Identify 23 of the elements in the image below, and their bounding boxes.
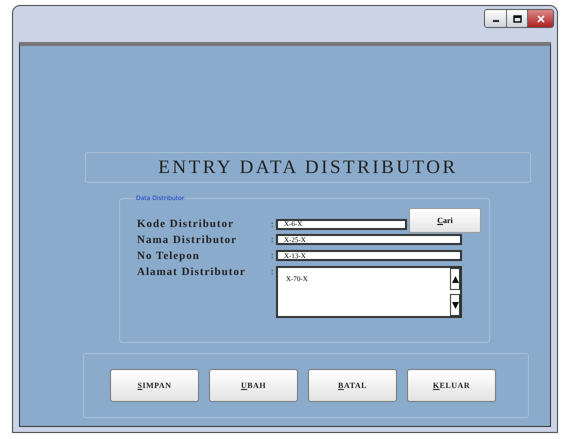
maximize-icon: [512, 14, 522, 22]
colon-mark: :: [271, 266, 275, 276]
close-button[interactable]: [527, 10, 553, 27]
close-icon: [536, 14, 544, 22]
minimize-button[interactable]: [485, 10, 506, 27]
form-title: ENTRY DATA DISTRIBUTOR: [158, 156, 458, 178]
action-button[interactable]: BATAL: [308, 369, 397, 402]
action-button[interactable]: KELUAR: [407, 369, 496, 402]
search-button[interactable]: Cari: [409, 208, 481, 232]
action-button[interactable]: UBAH: [209, 369, 298, 402]
action-button[interactable]: SIMPAN: [110, 369, 199, 402]
field-label: Nama Distributor: [137, 234, 238, 246]
field-label: No Telepon: [137, 250, 201, 262]
field-label: Kode Distributor: [137, 218, 235, 230]
field-label: Alamat Distributor: [137, 266, 247, 278]
scroll-down-button[interactable]: [450, 294, 460, 316]
scroll-up-button[interactable]: [450, 268, 460, 290]
colon-mark: :: [271, 219, 275, 229]
colon-mark: :: [271, 234, 275, 244]
down-arrow-icon: [452, 302, 458, 308]
colon-mark: :: [271, 250, 275, 260]
up-arrow-icon: [452, 276, 458, 282]
maximize-button[interactable]: [506, 10, 527, 27]
